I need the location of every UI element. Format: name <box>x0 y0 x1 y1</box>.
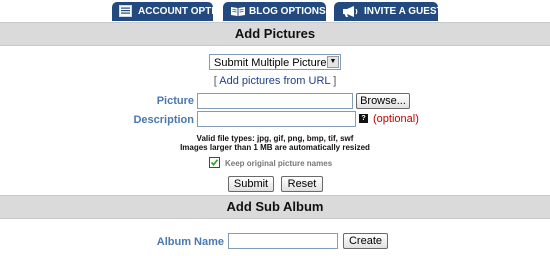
album-name-input[interactable] <box>228 233 338 249</box>
help-icon[interactable]: ? <box>359 114 368 123</box>
resize-note: Images larger than 1 MB are automaticall… <box>180 143 370 152</box>
add-from-url-line: [ Add pictures from URL ] <box>0 75 550 87</box>
tab-blog-options[interactable]: BLOG OPTIONS <box>223 2 326 21</box>
upload-mode-value: Submit Multiple Pictures <box>214 57 332 69</box>
tab-invite-label: INVITE A GUEST <box>364 6 443 17</box>
browse-button[interactable]: Browse... <box>356 93 410 109</box>
account-list-icon <box>119 5 132 17</box>
add-pictures-header: Add Pictures <box>0 22 550 46</box>
upload-mode-select[interactable]: Submit Multiple Pictures ▼ <box>209 54 341 70</box>
chevron-down-icon[interactable]: ▼ <box>327 56 339 68</box>
picture-label: Picture <box>156 95 194 107</box>
bracket-open: [ <box>213 75 217 87</box>
book-icon <box>231 7 245 16</box>
bracket-close: ] <box>333 75 337 87</box>
submit-button[interactable]: Submit <box>228 176 274 192</box>
description-input[interactable] <box>197 111 356 127</box>
megaphone-icon <box>343 6 358 17</box>
picture-file-input[interactable] <box>197 93 353 109</box>
keep-names-checkbox[interactable] <box>209 157 220 168</box>
reset-button[interactable]: Reset <box>281 176 323 192</box>
create-button[interactable]: Create <box>343 233 388 249</box>
description-label: Description <box>133 114 194 126</box>
album-name-label: Album Name <box>156 236 224 248</box>
tab-blog-label: BLOG OPTIONS <box>249 6 326 17</box>
file-types-note: Valid file types: jpg, gif, png, bmp, ti… <box>196 134 354 143</box>
checkmark-icon <box>210 159 219 167</box>
tab-account-options[interactable]: ACCOUNT OPTIONS <box>112 2 236 21</box>
keep-names-label: Keep original picture names <box>225 159 333 168</box>
tab-invite-guest[interactable]: INVITE A GUEST <box>334 2 443 21</box>
add-sub-album-header: Add Sub Album <box>0 195 550 219</box>
add-from-url-link[interactable]: Add pictures from URL <box>219 75 330 87</box>
optional-label: (optional) <box>373 113 419 125</box>
tab-account-label: ACCOUNT OPTIONS <box>138 6 236 17</box>
top-tabs: ACCOUNT OPTIONS BLOG OPTIONS INVITE A GU… <box>0 0 550 23</box>
